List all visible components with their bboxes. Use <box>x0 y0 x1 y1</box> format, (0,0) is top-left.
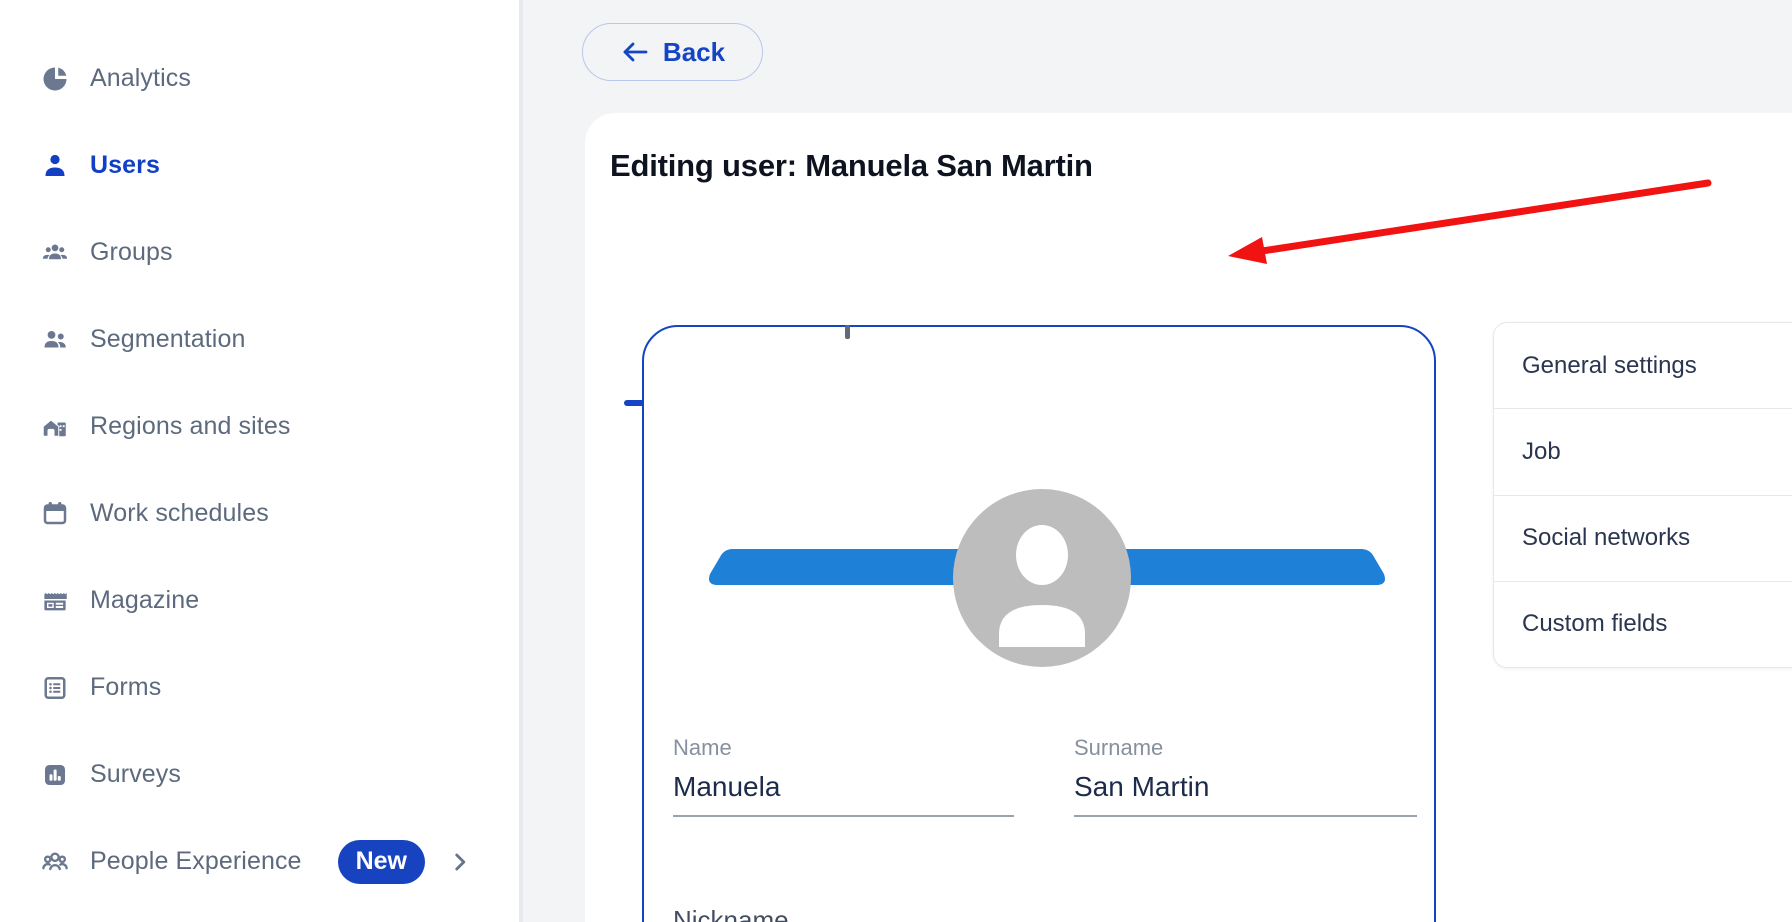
name-label: Name <box>673 735 1014 761</box>
sidebar-item-label: Work schedules <box>90 499 269 528</box>
sidebar-item-work-schedules[interactable]: Work schedules <box>0 470 519 557</box>
sidebar-item-label: Users <box>90 151 160 180</box>
sidebar-item-label: Forms <box>90 673 161 702</box>
sidebar-item-label: People Experience <box>90 847 302 876</box>
surname-input[interactable] <box>1074 770 1417 817</box>
sidebar-item-segmentation[interactable]: Segmentation <box>0 296 519 383</box>
settings-panel: General settings Job Social networks Cus… <box>1493 322 1792 668</box>
panel-item-general-settings[interactable]: General settings <box>1494 323 1792 408</box>
user-profile-form-card: Name Surname Nickname <box>642 325 1436 922</box>
cursor-notch <box>845 325 850 339</box>
pie-chart-icon <box>40 64 70 94</box>
nickname-label: Nickname <box>673 905 789 922</box>
form-list-icon <box>40 673 70 703</box>
surname-label: Surname <box>1074 735 1417 761</box>
sidebar-item-label: Segmentation <box>90 325 245 354</box>
sidebar-item-people-experience[interactable]: People Experience New <box>0 818 519 905</box>
sidebar-item-regions-and-sites[interactable]: Regions and sites <box>0 383 519 470</box>
app-root: Analytics Users Groups <box>0 0 1792 922</box>
back-button-label: Back <box>663 37 725 68</box>
back-button[interactable]: Back <box>582 23 763 81</box>
new-badge: New <box>338 840 425 884</box>
two-people-icon <box>40 325 70 355</box>
sidebar-item-label: Magazine <box>90 586 199 615</box>
surname-field-group: Surname <box>1074 735 1417 817</box>
panel-item-custom-fields[interactable]: Custom fields <box>1494 581 1792 667</box>
sidebar-item-analytics[interactable]: Analytics <box>0 35 519 122</box>
sidebar-item-surveys[interactable]: Surveys <box>0 731 519 818</box>
calendar-icon <box>40 499 70 529</box>
chevron-right-icon[interactable] <box>447 849 473 875</box>
sidebar-item-label: Surveys <box>90 760 181 789</box>
sidebar-item-label: Analytics <box>90 64 191 93</box>
sidebar-item-label: Regions and sites <box>90 412 290 441</box>
house-buildings-icon <box>40 412 70 442</box>
panel-item-job[interactable]: Job <box>1494 408 1792 494</box>
people-experience-icon <box>40 847 70 877</box>
sidebar: Analytics Users Groups <box>0 0 523 922</box>
bar-chart-icon <box>40 760 70 790</box>
newspaper-icon <box>40 586 70 616</box>
page-title: Editing user: Manuela San Martin <box>610 148 1093 184</box>
sidebar-item-magazine[interactable]: Magazine <box>0 557 519 644</box>
sidebar-item-label: Groups <box>90 238 173 267</box>
back-arrow-icon <box>620 40 650 64</box>
avatar[interactable] <box>953 489 1131 667</box>
user-icon <box>40 151 70 181</box>
name-field-group: Name <box>673 735 1014 817</box>
panel-item-social-networks[interactable]: Social networks <box>1494 495 1792 581</box>
sidebar-item-users[interactable]: Users <box>0 122 519 209</box>
name-input[interactable] <box>673 770 1014 817</box>
people-group-icon <box>40 238 70 268</box>
sidebar-item-groups[interactable]: Groups <box>0 209 519 296</box>
nickname-field-group: Nickname <box>673 905 789 922</box>
sidebar-item-forms[interactable]: Forms <box>0 644 519 731</box>
